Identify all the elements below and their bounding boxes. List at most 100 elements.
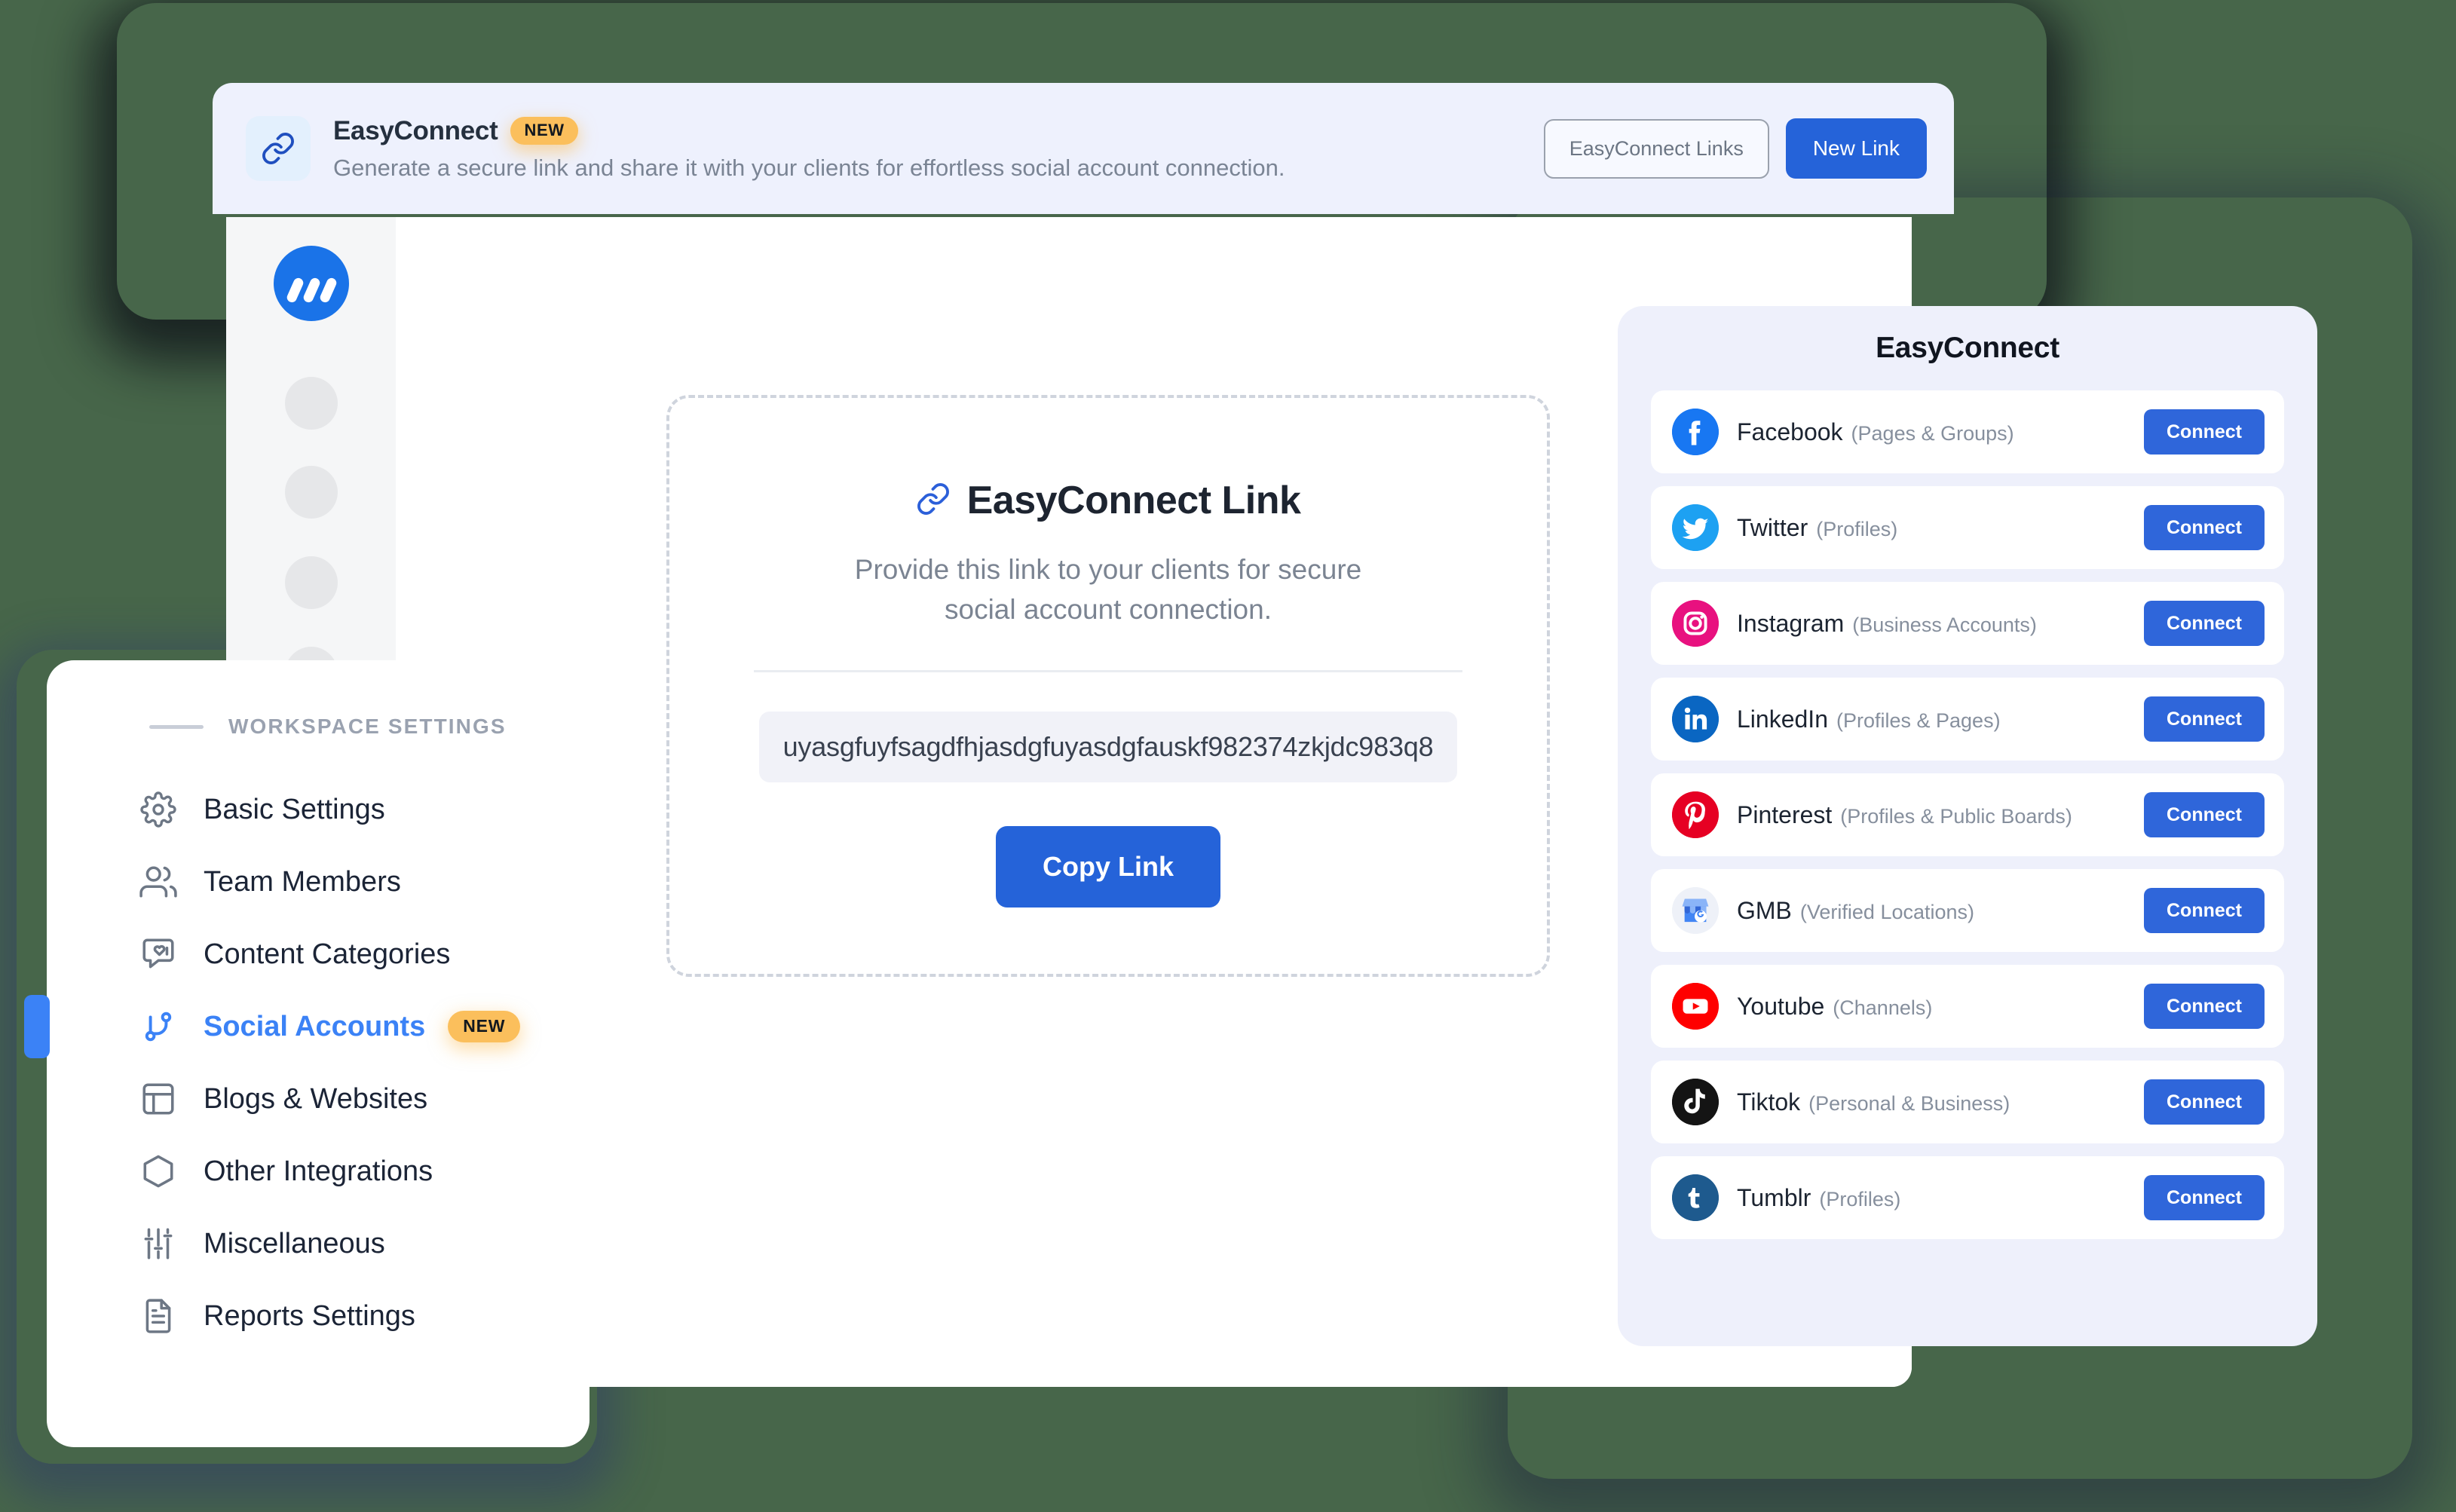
link-card-description: Provide this link to your clients for se… xyxy=(854,554,1362,625)
platform-name: Twitter xyxy=(1737,513,1808,541)
active-indicator xyxy=(24,995,50,1058)
platform-name: Tumblr xyxy=(1737,1183,1811,1211)
linkedin-icon xyxy=(1672,696,1719,742)
social-account-name-group: LinkedIn (Profiles & Pages) xyxy=(1737,705,2144,733)
sidebar-item-basic-settings[interactable]: Basic Settings xyxy=(47,773,590,846)
platform-scope: (Personal & Business) xyxy=(1808,1091,2010,1115)
link-card-heading: EasyConnect Link xyxy=(916,478,1301,523)
users-icon xyxy=(139,862,178,901)
rail-nav-item-1[interactable] xyxy=(285,377,338,430)
platform-scope: (Profiles) xyxy=(1816,517,1898,540)
social-account-row: Instagram (Business Accounts) Connect xyxy=(1651,582,2284,665)
twitter-icon xyxy=(1672,504,1719,551)
connect-button[interactable]: Connect xyxy=(2144,888,2265,933)
social-account-name-group: Instagram (Business Accounts) xyxy=(1737,610,2144,638)
sidebar-item-label: Miscellaneous xyxy=(204,1227,385,1259)
platform-scope: (Channels) xyxy=(1833,996,1933,1019)
social-account-row: Facebook (Pages & Groups) Connect xyxy=(1651,390,2284,473)
easyconnect-link-card: EasyConnect Link Provide this link to yo… xyxy=(666,395,1550,977)
easyconnect-banner: EasyConnect NEW Generate a secure link a… xyxy=(213,83,1954,214)
banner-title-row: EasyConnect NEW xyxy=(333,116,1544,146)
connect-button[interactable]: Connect xyxy=(2144,696,2265,742)
link-icon xyxy=(916,482,951,520)
platform-scope: (Profiles & Public Boards) xyxy=(1840,804,2072,828)
platform-name: Facebook xyxy=(1737,418,1843,445)
platform-scope: (Profiles & Pages) xyxy=(1836,709,2001,732)
platform-name: LinkedIn xyxy=(1737,705,1828,733)
workspace-settings-header: WORKSPACE SETTINGS xyxy=(47,715,590,739)
social-account-name-group: Tiktok (Personal & Business) xyxy=(1737,1088,2144,1116)
easyconnect-links-button[interactable]: EasyConnect Links xyxy=(1543,118,1769,179)
new-badge: NEW xyxy=(448,1011,521,1042)
copy-link-button[interactable]: Copy Link xyxy=(995,826,1220,908)
social-account-name-group: GMB (Verified Locations) xyxy=(1737,897,2144,925)
sidebar-item-team-members[interactable]: Team Members xyxy=(47,846,590,918)
social-account-name-group: Facebook (Pages & Groups) xyxy=(1737,418,2144,446)
platform-scope: (Business Accounts) xyxy=(1852,613,2037,636)
instagram-icon xyxy=(1672,600,1719,647)
sidebar-item-blogs-websites[interactable]: Blogs & Websites xyxy=(47,1063,590,1135)
sidebar-item-label: Other Integrations xyxy=(204,1155,433,1187)
rail-nav-item-2[interactable] xyxy=(285,466,338,519)
banner-title: EasyConnect xyxy=(333,115,498,145)
divider-dash-icon xyxy=(149,724,204,729)
social-account-name-group: Pinterest (Profiles & Public Boards) xyxy=(1737,801,2144,829)
sidebar-item-other-integrations[interactable]: Other Integrations xyxy=(47,1135,590,1207)
layout-icon xyxy=(139,1079,178,1119)
social-account-name-group: Youtube (Channels) xyxy=(1737,993,2144,1021)
banner-text-block: EasyConnect NEW Generate a secure link a… xyxy=(333,116,1544,182)
platform-name: Instagram xyxy=(1737,609,1845,637)
link-icon xyxy=(246,116,311,181)
social-account-name-group: Tumblr (Profiles) xyxy=(1737,1184,2144,1212)
connect-button[interactable]: Connect xyxy=(2144,505,2265,550)
document-icon xyxy=(139,1296,178,1336)
rail-nav-item-3[interactable] xyxy=(285,556,338,609)
contentstudio-logo-icon[interactable] xyxy=(274,246,349,321)
banner-subtitle: Generate a secure link and share it with… xyxy=(333,154,1285,181)
sidebar-item-label: Social Accounts xyxy=(204,1010,426,1042)
screenshot-canvas: EasyConnect Link Provide this link to yo… xyxy=(0,0,2456,1512)
divider xyxy=(754,670,1462,673)
sidebar-item-label: Content Categories xyxy=(204,938,451,970)
sliders-icon xyxy=(139,1224,178,1263)
platform-name: Youtube xyxy=(1737,992,1825,1020)
sidebar-item-label: Reports Settings xyxy=(204,1299,415,1332)
social-account-name-group: Twitter (Profiles) xyxy=(1737,514,2144,542)
platform-scope: (Profiles) xyxy=(1819,1187,1901,1211)
social-account-row: Youtube (Channels) Connect xyxy=(1651,965,2284,1048)
connect-button[interactable]: Connect xyxy=(2144,1079,2265,1125)
banner-actions: EasyConnect Links New Link xyxy=(1543,118,1927,179)
connect-button[interactable]: Connect xyxy=(2144,792,2265,837)
gear-icon xyxy=(139,790,178,829)
sidebar-item-social-accounts[interactable]: Social Accounts NEW xyxy=(24,990,590,1063)
connect-button[interactable]: Connect xyxy=(2144,601,2265,646)
platform-scope: (Pages & Groups) xyxy=(1851,421,2014,445)
chat-heart-icon xyxy=(139,935,178,974)
workspace-settings-nav: Basic Settings Team Members Content Catego… xyxy=(24,773,590,1352)
social-account-row: LinkedIn (Profiles & Pages) Connect xyxy=(1651,678,2284,761)
sidebar-item-miscellaneous[interactable]: Miscellaneous xyxy=(47,1207,590,1280)
sidebar-item-reports-settings[interactable]: Reports Settings xyxy=(47,1280,590,1352)
easyconnect-panel-header: EasyConnect xyxy=(1618,306,2317,390)
tiktok-icon xyxy=(1672,1079,1719,1125)
connect-button[interactable]: Connect xyxy=(2144,409,2265,455)
social-account-row: Tumblr (Profiles) Connect xyxy=(1651,1156,2284,1239)
easyconnect-panel-title: EasyConnect xyxy=(1876,332,2059,364)
platform-name: GMB xyxy=(1737,896,1792,924)
tumblr-icon xyxy=(1672,1174,1719,1221)
social-account-row: Twitter (Profiles) Connect xyxy=(1651,486,2284,569)
facebook-icon xyxy=(1672,409,1719,455)
sidebar-item-label: Blogs & Websites xyxy=(204,1082,428,1115)
social-account-row: Tiktok (Personal & Business) Connect xyxy=(1651,1061,2284,1143)
sidebar-item-content-categories[interactable]: Content Categories xyxy=(47,918,590,990)
link-card-title: EasyConnect Link xyxy=(966,479,1301,522)
link-value-text: uyasgfuyfsagdfhjasdgfuyasdgfauskf982374z… xyxy=(782,731,1434,763)
connect-button[interactable]: Connect xyxy=(2144,1175,2265,1220)
link-value-field[interactable]: uyasgfuyfsagdfhjasdgfuyasdgfauskf982374z… xyxy=(759,712,1457,783)
new-badge: NEW xyxy=(510,117,578,145)
new-link-button[interactable]: New Link xyxy=(1785,118,1927,179)
workspace-settings-label: WORKSPACE SETTINGS xyxy=(228,715,507,738)
youtube-icon xyxy=(1672,983,1719,1030)
hexagon-icon xyxy=(139,1152,178,1191)
connect-button[interactable]: Connect xyxy=(2144,984,2265,1029)
